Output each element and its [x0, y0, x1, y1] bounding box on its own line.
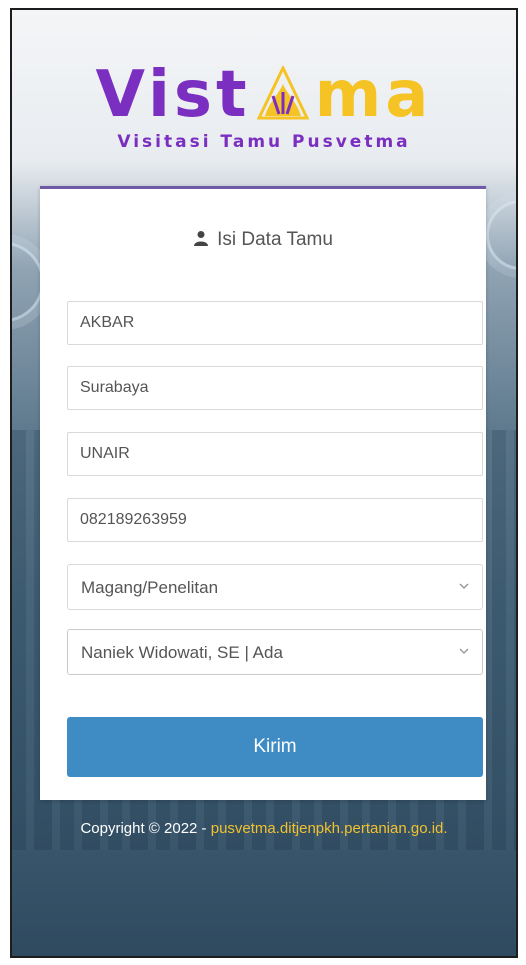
logo-subtitle: Visitasi Tamu Pusvetma	[117, 132, 411, 152]
logo-wordmark: Vist ma	[96, 60, 433, 130]
host-select[interactable]: Naniek Widowati, SE | Ada	[67, 629, 483, 675]
app-frame: Vist ma Visitasi Tamu Pusvetma Isi Data …	[10, 8, 518, 958]
host-select-value: Naniek Widowati, SE | Ada	[81, 643, 283, 662]
city-field[interactable]	[67, 366, 483, 410]
institution-field[interactable]	[67, 432, 483, 476]
purpose-select[interactable]: Magang/Penelitan	[67, 564, 483, 610]
logo-leaf-icon	[256, 66, 309, 120]
logo-word-right: ma	[314, 58, 433, 132]
form-title: Isi Data Tamu	[40, 229, 486, 251]
footer: Copyright © 2022 - pusvetma.ditjenpkh.pe…	[12, 820, 516, 837]
logo: Vist ma Visitasi Tamu Pusvetma	[12, 60, 516, 152]
logo-word-left: Vist	[95, 58, 251, 132]
decor-ring-right	[486, 200, 516, 270]
chevron-down-icon	[459, 648, 469, 654]
form-title-text: Isi Data Tamu	[217, 229, 333, 250]
user-icon	[194, 231, 209, 246]
submit-button[interactable]: Kirim	[67, 717, 483, 777]
phone-field[interactable]	[67, 498, 483, 542]
guest-form-card: Isi Data Tamu Magang/Penelitan Naniek Wi…	[40, 186, 486, 800]
chevron-down-icon	[459, 583, 469, 589]
name-field[interactable]	[67, 301, 483, 345]
footer-link[interactable]: pusvetma.ditjenpkh.pertanian.go.id.	[211, 820, 448, 837]
footer-copyright: Copyright © 2022 -	[80, 820, 211, 837]
decor-ring-left	[12, 242, 44, 322]
purpose-select-value: Magang/Penelitan	[81, 578, 219, 597]
